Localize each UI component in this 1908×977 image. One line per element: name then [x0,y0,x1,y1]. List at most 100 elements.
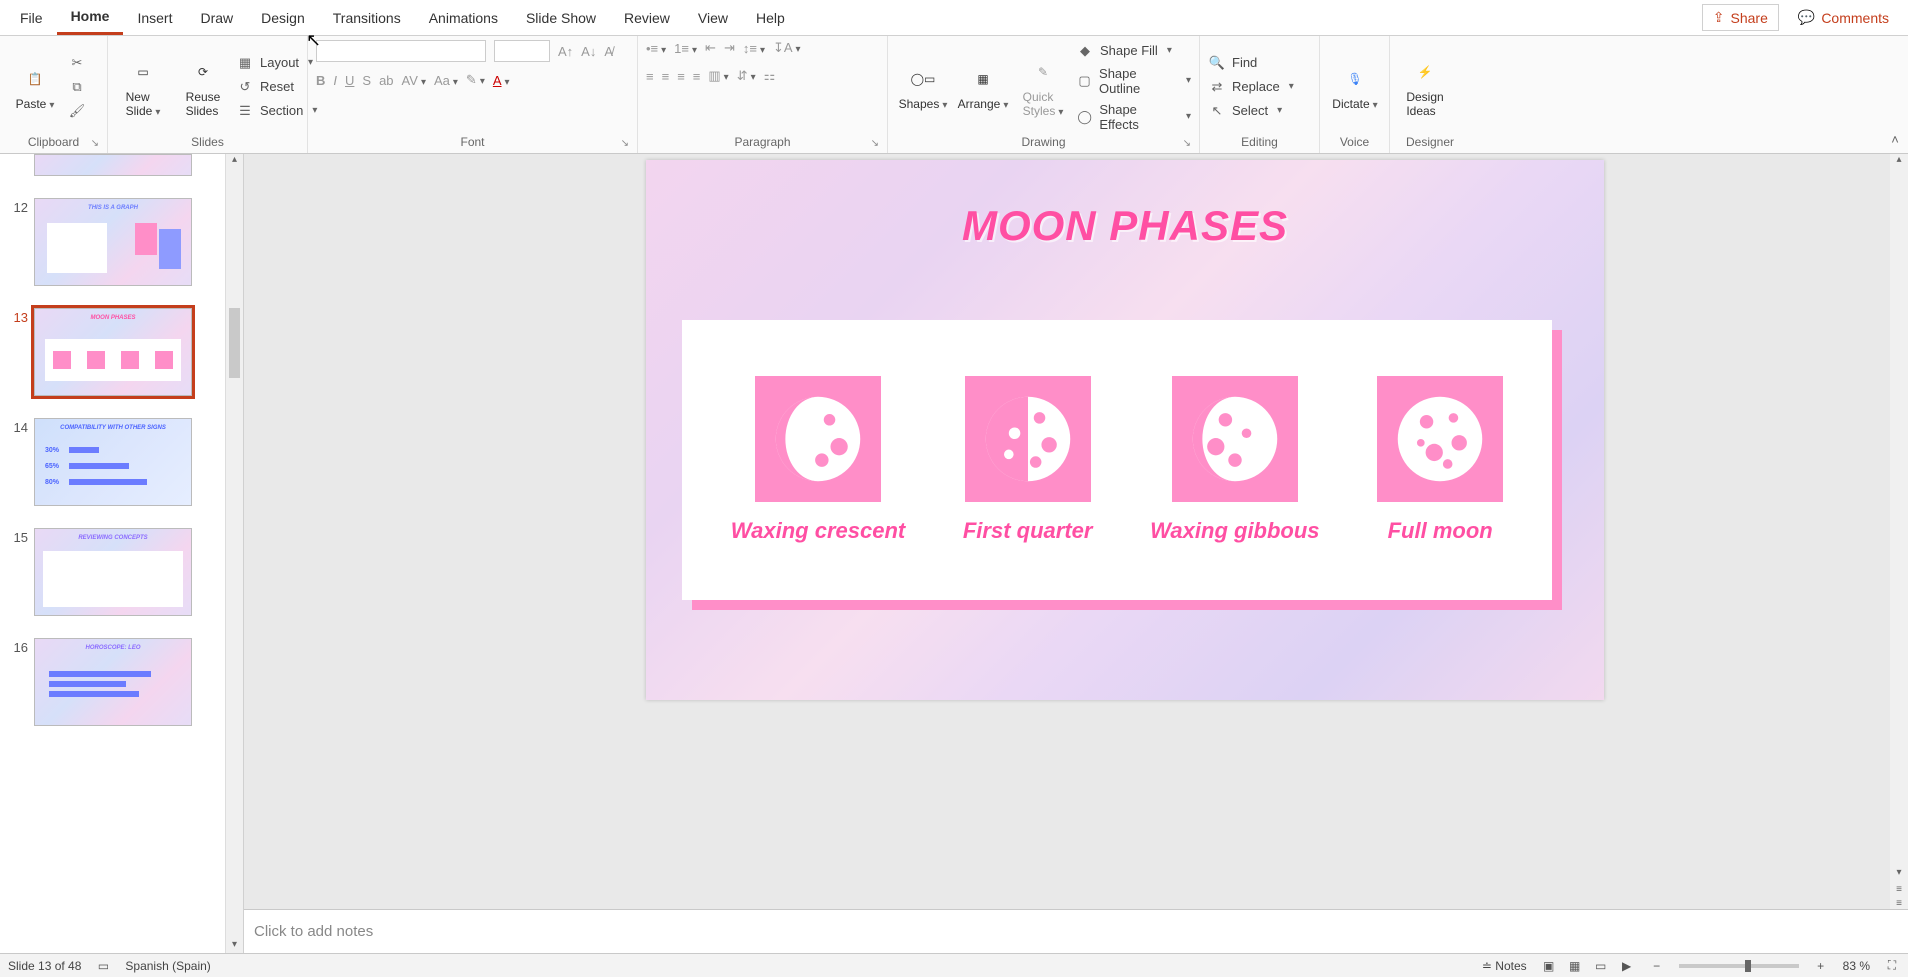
bold-button[interactable]: B [316,73,325,88]
notes-pane[interactable]: Click to add notes [244,909,1908,953]
columns-button[interactable]: ▥ [708,68,728,84]
collapse-ribbon-button[interactable]: ˄ [1882,36,1908,153]
slide-thumbnail[interactable]: HOROSCOPE: LEO [34,638,192,726]
dialog-launcher-icon[interactable]: ↘ [621,138,629,149]
char-spacing-button[interactable]: AV [402,73,426,88]
dictate-button[interactable]: 🎙Dictate [1328,63,1382,111]
normal-view-icon[interactable]: ▣ [1541,958,1557,974]
scroll-up-icon[interactable]: ▴ [1890,154,1908,168]
increase-indent-button[interactable]: ⇥ [724,40,735,56]
paste-button[interactable]: 📋 Paste [8,63,62,111]
align-center-button[interactable]: ≡ [662,69,670,84]
slide-thumbnail[interactable]: THIS IS A GRAPH [34,198,192,286]
tab-slideshow[interactable]: Slide Show [512,2,610,34]
shadow-button[interactable]: S [362,73,371,88]
zoom-level[interactable]: 83 % [1843,959,1870,973]
italic-button[interactable]: I [333,73,337,88]
scroll-up-icon[interactable]: ▴ [226,154,243,168]
text-direction-button[interactable]: ↧A [773,40,801,56]
thumbnails-scrollbar[interactable]: ▴ ▾ [225,154,243,953]
zoom-in-button[interactable]: + [1813,958,1829,974]
editor-scrollbar[interactable]: ▴ ▾ ≡ ≡ [1890,154,1908,909]
section-button[interactable]: ☰Section [236,102,317,120]
shape-effects-button[interactable]: ◯Shape Effects [1076,102,1191,132]
prev-slide-icon[interactable]: ≡ [1890,898,1908,909]
slide-thumbnail[interactable]: COMPATIBILITY WITH OTHER SIGNS 30% 65% 8… [34,418,192,506]
scroll-down-icon[interactable]: ▾ [226,939,243,953]
slide-canvas[interactable]: MOON PHASES Waxing crescent [646,160,1604,700]
font-name-combo[interactable] [316,40,486,62]
underline-button[interactable]: U [345,73,354,88]
justify-button[interactable]: ≡ [693,69,701,84]
align-left-button[interactable]: ≡ [646,69,654,84]
copy-button[interactable]: ⧉ [68,78,86,96]
notes-toggle[interactable]: ≐ Notes [1482,959,1527,973]
design-ideas-button[interactable]: ⚡Design Ideas [1398,56,1452,118]
tab-insert[interactable]: Insert [123,2,186,34]
tab-draw[interactable]: Draw [186,2,247,34]
slide-thumbnail[interactable]: REVIEWING CONCEPTS [34,528,192,616]
reading-view-icon[interactable]: ▭ [1593,958,1609,974]
font-color-button[interactable]: A [493,73,510,88]
content-card[interactable]: Waxing crescent First quarter [682,320,1552,600]
tab-file[interactable]: File [6,2,57,34]
highlight-button[interactable]: ✎ [466,72,485,88]
tab-design[interactable]: Design [247,2,319,34]
slide-thumbnail[interactable] [34,154,192,176]
sorter-view-icon[interactable]: ▦ [1567,958,1583,974]
change-case-button[interactable]: Aa [434,73,458,88]
slide-title[interactable]: MOON PHASES [646,160,1604,250]
clear-formatting-icon[interactable]: A̸ [604,44,613,59]
align-text-button[interactable]: ⇵ [737,68,756,84]
fit-to-window-button[interactable]: ⛶ [1884,958,1900,974]
dialog-launcher-icon[interactable]: ↘ [1183,138,1191,149]
language-indicator[interactable]: Spanish (Spain) [125,959,210,973]
phase-item[interactable]: First quarter [963,376,1093,544]
select-button[interactable]: ↖Select [1208,102,1294,120]
phase-item[interactable]: Waxing crescent [731,376,905,544]
format-painter-button[interactable]: 🖌 [68,102,86,120]
decrease-indent-button[interactable]: ⇤ [705,40,716,56]
bullets-button[interactable]: •≡ [646,41,666,56]
next-slide-icon[interactable]: ≡ [1890,884,1908,895]
tab-review[interactable]: Review [610,2,684,34]
arrange-button[interactable]: ▦Arrange [956,63,1010,111]
replace-button[interactable]: ⇄Replace [1208,78,1294,96]
shapes-button[interactable]: ◯▭Shapes [896,63,950,111]
dialog-launcher-icon[interactable]: ↘ [871,138,879,149]
tab-view[interactable]: View [684,2,742,34]
dialog-launcher-icon[interactable]: ↘ [91,138,99,149]
increase-font-icon[interactable]: A↑ [558,44,573,59]
align-right-button[interactable]: ≡ [677,69,685,84]
tab-home[interactable]: Home [57,0,124,35]
tab-transitions[interactable]: Transitions [319,2,415,34]
tab-help[interactable]: Help [742,2,799,34]
smartart-button[interactable]: ⚏ [764,68,776,84]
slide-thumbnail-selected[interactable]: MOON PHASES [34,308,192,396]
scroll-down-icon[interactable]: ▾ [1890,867,1908,881]
decrease-font-icon[interactable]: A↓ [581,44,596,59]
phase-item[interactable]: Full moon [1377,376,1503,544]
shape-fill-button[interactable]: ◆Shape Fill [1076,42,1191,60]
line-spacing-button[interactable]: ↕≡ [743,41,765,56]
share-button[interactable]: ⇪Share [1702,4,1779,31]
reset-button[interactable]: ↺Reset [236,78,317,96]
scroll-handle[interactable] [229,308,240,378]
zoom-slider[interactable] [1679,964,1799,968]
strikethrough-button[interactable]: ab [379,73,393,88]
cut-button[interactable]: ✂ [68,54,86,72]
layout-button[interactable]: ▦Layout [236,54,317,72]
zoom-out-button[interactable]: − [1649,958,1665,974]
phase-item[interactable]: Waxing gibbous [1150,376,1319,544]
find-button[interactable]: 🔍Find [1208,54,1294,72]
reuse-slides-button[interactable]: ⟳Reuse Slides [176,56,230,118]
zoom-knob[interactable] [1745,960,1751,972]
slideshow-view-icon[interactable]: ▶ [1619,958,1635,974]
tab-animations[interactable]: Animations [415,2,512,34]
accessibility-icon[interactable]: ▭ [95,958,111,974]
comments-button[interactable]: 💬Comments [1787,4,1900,31]
font-size-combo[interactable] [494,40,550,62]
new-slide-button[interactable]: ▭New Slide [116,56,170,118]
numbering-button[interactable]: 1≡ [674,41,697,56]
shape-outline-button[interactable]: ▢Shape Outline [1076,66,1191,96]
